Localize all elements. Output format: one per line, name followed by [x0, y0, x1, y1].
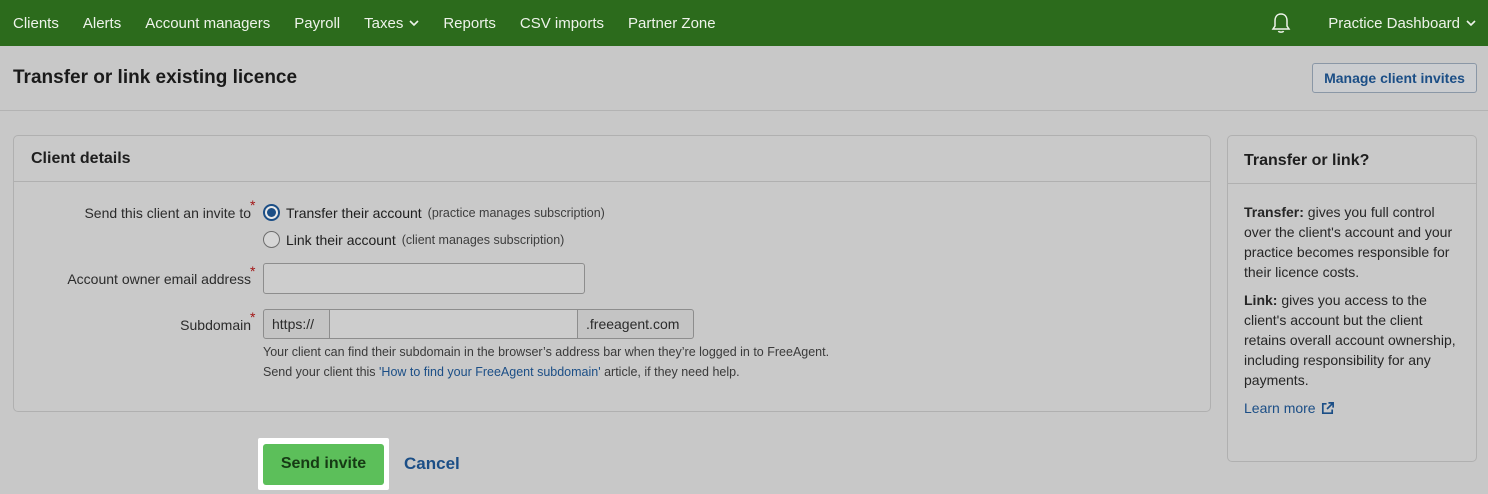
help-text-post: article, if they need help.	[600, 365, 740, 379]
external-link-icon	[1321, 401, 1334, 414]
learn-more-link[interactable]: Learn more	[1244, 398, 1462, 418]
email-field[interactable]	[263, 263, 585, 294]
page-header: Transfer or link existing licence Manage…	[0, 46, 1488, 111]
nav-csv-imports[interactable]: CSV imports	[508, 15, 616, 32]
practice-dashboard-label: Practice Dashboard	[1328, 14, 1460, 32]
link-description: Link: gives you access to the client's a…	[1244, 290, 1462, 390]
link-hint: (client manages subscription)	[401, 232, 565, 247]
nav-taxes-label: Taxes	[364, 14, 404, 32]
subdomain-article-link[interactable]: 'How to find your FreeAgent subdomain'	[379, 365, 601, 379]
link-radio[interactable]	[263, 231, 280, 248]
invite-type-label: Send this client an invite to	[84, 205, 251, 221]
link-term: Link:	[1244, 292, 1278, 308]
subdomain-prefix: https://	[263, 309, 330, 339]
nav-taxes[interactable]: Taxes	[352, 15, 431, 32]
nav-reports[interactable]: Reports	[431, 15, 508, 32]
transfer-description: Transfer: gives you full control over th…	[1244, 202, 1462, 282]
option-link[interactable]: Link their account (client manages subsc…	[263, 231, 564, 248]
subdomain-suffix: .freeagent.com	[577, 309, 694, 339]
subdomain-input[interactable]	[330, 309, 577, 339]
help-text-pre: Send your client this	[263, 365, 380, 379]
transfer-radio[interactable]	[263, 204, 280, 221]
subdomain-help-article: Send your client this 'How to find your …	[263, 365, 740, 379]
nav-alerts[interactable]: Alerts	[71, 15, 133, 32]
send-invite-focus-ring: Send invite	[258, 438, 389, 490]
send-invite-button[interactable]: Send invite	[263, 443, 384, 485]
top-nav: Clients Alerts Account managers Payroll …	[0, 0, 1488, 46]
practice-dashboard-menu[interactable]: Practice Dashboard	[1316, 15, 1488, 32]
transfer-term: Transfer:	[1244, 204, 1304, 220]
email-label: Account owner email address	[67, 271, 251, 287]
option-transfer[interactable]: Transfer their account (practice manages…	[263, 204, 605, 221]
chevron-down-icon	[409, 20, 419, 27]
nav-partner-zone[interactable]: Partner Zone	[616, 15, 728, 32]
chevron-down-icon	[1466, 20, 1476, 27]
bell-icon[interactable]	[1270, 12, 1292, 34]
subdomain-help-text: Your client can find their subdomain in …	[263, 345, 830, 359]
client-details-panel: Client details Send this client an invit…	[13, 135, 1211, 412]
learn-more-label: Learn more	[1244, 400, 1316, 416]
link-label: Link their account	[286, 231, 396, 248]
transfer-or-link-heading: Transfer or link?	[1228, 136, 1476, 184]
manage-client-invites-button[interactable]: Manage client invites	[1312, 63, 1477, 93]
subdomain-group: https:// .freeagent.com	[263, 309, 694, 339]
nav-clients[interactable]: Clients	[0, 15, 71, 32]
transfer-hint: (practice manages subscription)	[427, 205, 605, 220]
subdomain-label: Subdomain	[180, 317, 251, 333]
transfer-label: Transfer their account	[286, 204, 422, 221]
required-marker: *	[250, 263, 256, 279]
required-marker: *	[250, 309, 256, 325]
required-marker: *	[250, 197, 256, 213]
nav-account-managers[interactable]: Account managers	[133, 15, 282, 32]
client-details-heading: Client details	[14, 136, 1210, 182]
page-title: Transfer or link existing licence	[13, 67, 298, 88]
transfer-or-link-panel: Transfer or link? Transfer: gives you fu…	[1227, 135, 1477, 462]
cancel-link[interactable]: Cancel	[404, 454, 460, 474]
nav-payroll[interactable]: Payroll	[282, 15, 352, 32]
transfer-or-link-body: Transfer: gives you full control over th…	[1228, 184, 1476, 418]
